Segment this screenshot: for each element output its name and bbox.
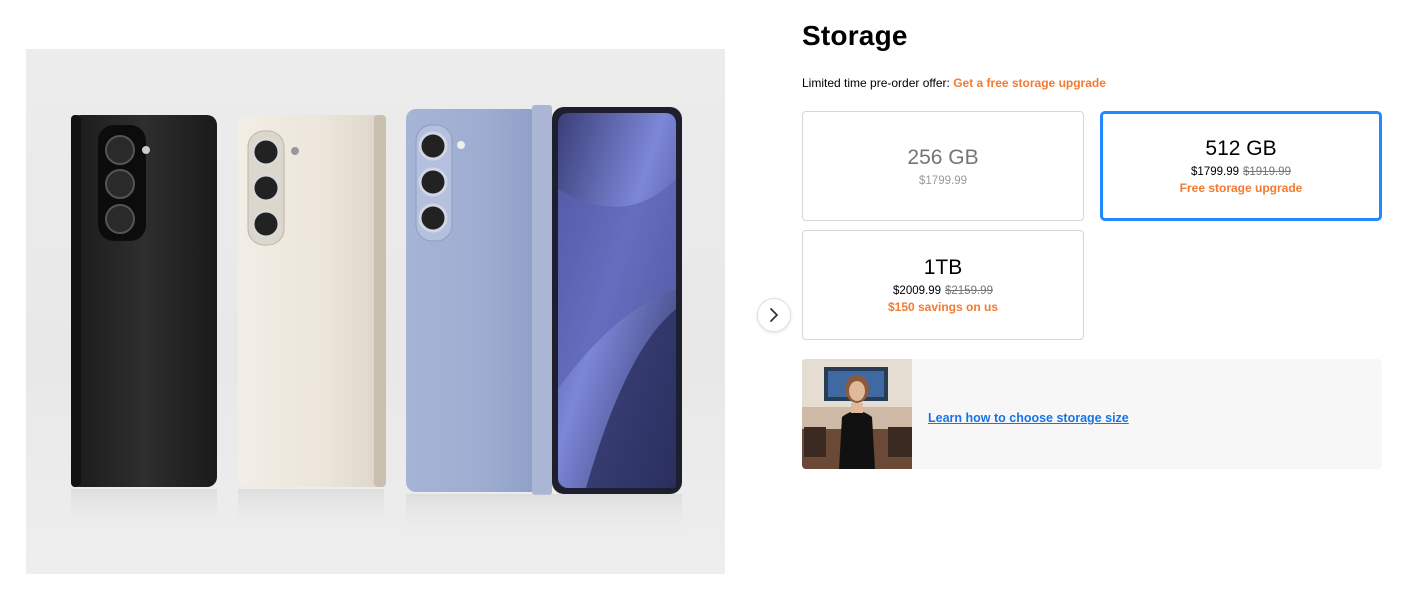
storage-price-row: $1799.99 <box>919 175 967 187</box>
storage-option-256gb[interactable]: 256 GB $1799.99 <box>802 111 1084 221</box>
storage-size: 1TB <box>923 256 963 279</box>
storage-size: 256 GB <box>907 145 979 169</box>
storage-selection-page: Storage Limited time pre-order offer: Ge… <box>0 0 1409 589</box>
storage-promo: Free storage upgrade <box>1179 181 1303 195</box>
carousel-next-button[interactable] <box>757 298 791 332</box>
video-thumbnail[interactable] <box>802 359 912 469</box>
section-title: Storage <box>802 20 908 51</box>
offer-text: Limited time pre-order offer: Get a free… <box>802 76 1106 90</box>
product-image-phones <box>26 49 725 574</box>
storage-option-1tb[interactable]: 1TB $2009.99 $2159.99 $150 savings on us <box>802 230 1084 340</box>
storage-price: $2009.99 <box>893 285 941 297</box>
learn-storage-link[interactable]: Learn how to choose storage size <box>928 411 1129 425</box>
storage-original-price: $1919.99 <box>1243 166 1291 178</box>
storage-promo: $150 savings on us <box>887 300 999 314</box>
offer-highlight: Get a free storage upgrade <box>953 76 1106 90</box>
chevron-right-icon <box>770 308 778 322</box>
storage-original-price: $2159.99 <box>945 285 993 297</box>
learn-storage-card: Learn how to choose storage size <box>802 359 1382 469</box>
storage-option-512gb[interactable]: 512 GB $1799.99 $1919.99 Free storage upg… <box>1100 111 1382 221</box>
storage-price: $1799.99 <box>1191 166 1239 178</box>
folding-phones-illustration <box>71 105 682 534</box>
storage-price-row: $2009.99 $2159.99 <box>893 285 993 297</box>
storage-price: $1799.99 <box>919 174 967 187</box>
storage-price-row: $1799.99 $1919.99 <box>1191 166 1291 178</box>
offer-prefix: Limited time pre-order offer: <box>802 76 950 90</box>
presenter-thumbnail-image <box>802 359 912 469</box>
storage-size: 512 GB <box>1205 137 1277 160</box>
